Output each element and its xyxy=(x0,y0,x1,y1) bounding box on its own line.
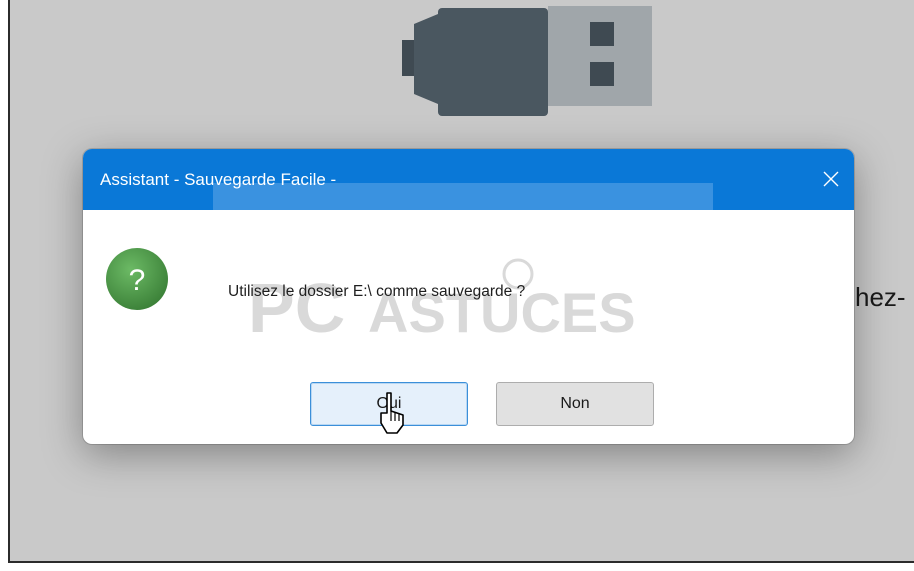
dialog-title: Assistant - Sauvegarde Facile - xyxy=(100,170,337,189)
dialog-message: Utilisez le dossier E:\ comme sauvegarde… xyxy=(228,283,526,300)
background-text: hez- xyxy=(855,282,906,312)
close-button[interactable] xyxy=(808,157,854,201)
svg-text:?: ? xyxy=(129,264,146,297)
title-bar[interactable]: Assistant - Sauvegarde Facile - xyxy=(83,149,854,210)
close-icon xyxy=(823,171,839,187)
mouse-cursor-icon xyxy=(380,392,404,434)
svg-text:PC: PC xyxy=(248,269,345,347)
usb-drive-icon xyxy=(402,6,652,116)
question-icon: ? xyxy=(106,248,168,310)
confirm-dialog: Assistant - Sauvegarde Facile - PC ASTUC… xyxy=(83,149,854,444)
no-button[interactable]: Non xyxy=(496,382,654,426)
